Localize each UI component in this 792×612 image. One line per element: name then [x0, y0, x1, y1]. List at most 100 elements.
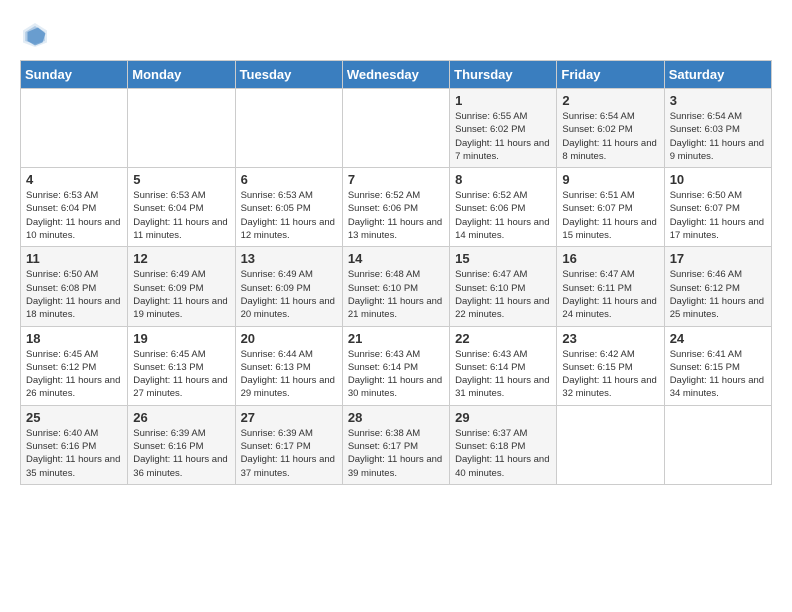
day-info: Sunrise: 6:40 AM Sunset: 6:16 PM Dayligh… — [26, 427, 122, 480]
day-number: 22 — [455, 331, 551, 346]
weekday-header-sunday: Sunday — [21, 61, 128, 89]
calendar-cell — [235, 89, 342, 168]
day-info: Sunrise: 6:49 AM Sunset: 6:09 PM Dayligh… — [133, 268, 229, 321]
day-info: Sunrise: 6:50 AM Sunset: 6:07 PM Dayligh… — [670, 189, 766, 242]
calendar-week-2: 4 Sunrise: 6:53 AM Sunset: 6:04 PM Daylig… — [21, 168, 772, 247]
page-header — [20, 20, 772, 50]
day-number: 9 — [562, 172, 658, 187]
day-number: 19 — [133, 331, 229, 346]
calendar-cell: 20Sunrise: 6:44 AM Sunset: 6:13 PM Dayli… — [235, 326, 342, 405]
day-info: Sunrise: 6:51 AM Sunset: 6:07 PM Dayligh… — [562, 189, 658, 242]
calendar-week-3: 11 Sunrise: 6:50 AM Sunset: 6:08 PM Dayli… — [21, 247, 772, 326]
calendar-cell — [557, 405, 664, 484]
day-info: Sunrise: 6:53 AM Sunset: 6:04 PM Dayligh… — [26, 189, 122, 242]
day-number: 12 — [133, 251, 229, 266]
day-info: Sunrise: 6:41 AM Sunset: 6:15 PM Dayligh… — [670, 348, 766, 401]
calendar-cell: 21 Sunrise: 6:43 AM Sunset: 6:14 PM Dayli… — [342, 326, 449, 405]
day-info: Sunrise: 6:52 AM Sunset: 6:06 PM Dayligh… — [348, 189, 444, 242]
weekday-header-saturday: Saturday — [664, 61, 771, 89]
day-info: Sunrise: 6:37 AM Sunset: 6:18 PM Dayligh… — [455, 427, 551, 480]
day-info: Sunrise: 6:50 AM Sunset: 6:08 PM Dayligh… — [26, 268, 122, 321]
calendar-cell: 29 Sunrise: 6:37 AM Sunset: 6:18 PM Dayli… — [450, 405, 557, 484]
day-number: 29 — [455, 410, 551, 425]
day-number: 28 — [348, 410, 444, 425]
day-number: 7 — [348, 172, 444, 187]
calendar-cell: 12 Sunrise: 6:49 AM Sunset: 6:09 PM Dayli… — [128, 247, 235, 326]
weekday-header-tuesday: Tuesday — [235, 61, 342, 89]
day-number: 25 — [26, 410, 122, 425]
day-number: 21 — [348, 331, 444, 346]
logo-icon — [20, 20, 50, 50]
day-info: Sunrise: 6:45 AM Sunset: 6:13 PM Dayligh… — [133, 348, 229, 401]
calendar-week-4: 18Sunrise: 6:45 AM Sunset: 6:12 PM Dayli… — [21, 326, 772, 405]
day-info: Sunrise: 6:53 AM Sunset: 6:04 PM Dayligh… — [133, 189, 229, 242]
day-info: Sunrise: 6:53 AM Sunset: 6:05 PM Dayligh… — [241, 189, 337, 242]
day-info: Sunrise: 6:49 AM Sunset: 6:09 PM Dayligh… — [241, 268, 337, 321]
weekday-header-friday: Friday — [557, 61, 664, 89]
calendar-cell: 5 Sunrise: 6:53 AM Sunset: 6:04 PM Daylig… — [128, 168, 235, 247]
day-number: 3 — [670, 93, 766, 108]
day-number: 6 — [241, 172, 337, 187]
calendar-cell: 19 Sunrise: 6:45 AM Sunset: 6:13 PM Dayli… — [128, 326, 235, 405]
calendar-cell — [664, 405, 771, 484]
weekday-header-wednesday: Wednesday — [342, 61, 449, 89]
calendar-cell: 26 Sunrise: 6:39 AM Sunset: 6:16 PM Dayli… — [128, 405, 235, 484]
day-number: 1 — [455, 93, 551, 108]
calendar-cell: 17 Sunrise: 6:46 AM Sunset: 6:12 PM Dayli… — [664, 247, 771, 326]
day-number: 15 — [455, 251, 551, 266]
calendar-cell — [21, 89, 128, 168]
calendar-cell: 16Sunrise: 6:47 AM Sunset: 6:11 PM Dayli… — [557, 247, 664, 326]
calendar-cell: 1 Sunrise: 6:55 AM Sunset: 6:02 PM Daylig… — [450, 89, 557, 168]
day-number: 13 — [241, 251, 337, 266]
day-number: 11 — [26, 251, 122, 266]
day-info: Sunrise: 6:54 AM Sunset: 6:02 PM Dayligh… — [562, 110, 658, 163]
day-info: Sunrise: 6:39 AM Sunset: 6:16 PM Dayligh… — [133, 427, 229, 480]
calendar-cell: 3 Sunrise: 6:54 AM Sunset: 6:03 PM Daylig… — [664, 89, 771, 168]
day-info: Sunrise: 6:54 AM Sunset: 6:03 PM Dayligh… — [670, 110, 766, 163]
day-info: Sunrise: 6:44 AM Sunset: 6:13 PM Dayligh… — [241, 348, 337, 401]
calendar-cell — [342, 89, 449, 168]
weekday-header-thursday: Thursday — [450, 61, 557, 89]
calendar-week-5: 25 Sunrise: 6:40 AM Sunset: 6:16 PM Dayli… — [21, 405, 772, 484]
calendar-cell: 11 Sunrise: 6:50 AM Sunset: 6:08 PM Dayli… — [21, 247, 128, 326]
day-number: 24 — [670, 331, 766, 346]
calendar-week-1: 1 Sunrise: 6:55 AM Sunset: 6:02 PM Daylig… — [21, 89, 772, 168]
day-info: Sunrise: 6:48 AM Sunset: 6:10 PM Dayligh… — [348, 268, 444, 321]
calendar-cell: 24 Sunrise: 6:41 AM Sunset: 6:15 PM Dayli… — [664, 326, 771, 405]
day-number: 26 — [133, 410, 229, 425]
calendar-cell: 7 Sunrise: 6:52 AM Sunset: 6:06 PM Daylig… — [342, 168, 449, 247]
calendar-cell: 27Sunrise: 6:39 AM Sunset: 6:17 PM Dayli… — [235, 405, 342, 484]
calendar-table: SundayMondayTuesdayWednesdayThursdayFrid… — [20, 60, 772, 485]
day-number: 10 — [670, 172, 766, 187]
calendar-cell: 4 Sunrise: 6:53 AM Sunset: 6:04 PM Daylig… — [21, 168, 128, 247]
day-info: Sunrise: 6:52 AM Sunset: 6:06 PM Dayligh… — [455, 189, 551, 242]
weekday-header-row: SundayMondayTuesdayWednesdayThursdayFrid… — [21, 61, 772, 89]
calendar-cell: 23Sunrise: 6:42 AM Sunset: 6:15 PM Dayli… — [557, 326, 664, 405]
day-number: 17 — [670, 251, 766, 266]
day-info: Sunrise: 6:43 AM Sunset: 6:14 PM Dayligh… — [455, 348, 551, 401]
day-number: 5 — [133, 172, 229, 187]
day-number: 4 — [26, 172, 122, 187]
day-info: Sunrise: 6:39 AM Sunset: 6:17 PM Dayligh… — [241, 427, 337, 480]
calendar-cell: 10 Sunrise: 6:50 AM Sunset: 6:07 PM Dayli… — [664, 168, 771, 247]
day-number: 8 — [455, 172, 551, 187]
calendar-cell: 9 Sunrise: 6:51 AM Sunset: 6:07 PM Daylig… — [557, 168, 664, 247]
day-info: Sunrise: 6:43 AM Sunset: 6:14 PM Dayligh… — [348, 348, 444, 401]
day-info: Sunrise: 6:55 AM Sunset: 6:02 PM Dayligh… — [455, 110, 551, 163]
day-number: 2 — [562, 93, 658, 108]
day-info: Sunrise: 6:38 AM Sunset: 6:17 PM Dayligh… — [348, 427, 444, 480]
day-info: Sunrise: 6:47 AM Sunset: 6:10 PM Dayligh… — [455, 268, 551, 321]
calendar-cell: 18Sunrise: 6:45 AM Sunset: 6:12 PM Dayli… — [21, 326, 128, 405]
weekday-header-monday: Monday — [128, 61, 235, 89]
calendar-cell: 14Sunrise: 6:48 AM Sunset: 6:10 PM Dayli… — [342, 247, 449, 326]
calendar-cell: 13 Sunrise: 6:49 AM Sunset: 6:09 PM Dayli… — [235, 247, 342, 326]
calendar-cell: 25 Sunrise: 6:40 AM Sunset: 6:16 PM Dayli… — [21, 405, 128, 484]
calendar-cell: 15 Sunrise: 6:47 AM Sunset: 6:10 PM Dayli… — [450, 247, 557, 326]
day-number: 23 — [562, 331, 658, 346]
day-number: 16 — [562, 251, 658, 266]
day-number: 18 — [26, 331, 122, 346]
calendar-cell: 8 Sunrise: 6:52 AM Sunset: 6:06 PM Daylig… — [450, 168, 557, 247]
calendar-cell — [128, 89, 235, 168]
day-info: Sunrise: 6:46 AM Sunset: 6:12 PM Dayligh… — [670, 268, 766, 321]
logo — [20, 20, 54, 50]
